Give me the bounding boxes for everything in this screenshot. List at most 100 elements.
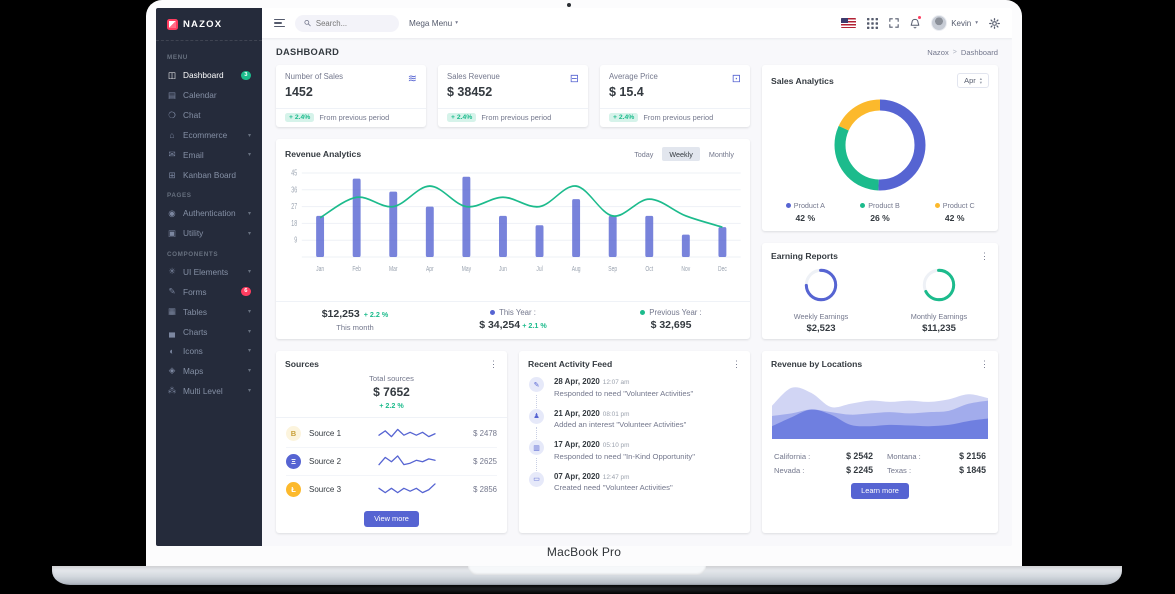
user-menu[interactable]: Kevin ▾ (931, 15, 978, 31)
email-icon: ✉ (167, 149, 177, 160)
svg-text:27: 27 (291, 203, 297, 211)
chevron-down-icon: ▾ (248, 367, 251, 374)
month-label: This month (276, 323, 434, 332)
sidebar-item-kanban-board[interactable]: ⊞Kanban Board (156, 165, 262, 185)
this-year-value: $ 34,254 (479, 319, 520, 331)
apps-grid-icon[interactable] (867, 18, 878, 29)
stat-card-top: Average Price$ 15.4⊡ (600, 65, 750, 99)
stat-card-text: Average Price$ 15.4 (609, 72, 658, 99)
view-more-button[interactable]: View more (364, 511, 419, 527)
chevron-down-icon: ▾ (248, 387, 251, 394)
stat-card-label: Average Price (609, 72, 658, 81)
user-name: Kevin (951, 19, 971, 28)
source-row-source-1[interactable]: BSource 1$ 2478 (286, 420, 497, 448)
tab-today[interactable]: Today (627, 147, 660, 161)
fullscreen-icon[interactable] (889, 18, 899, 28)
sidebar-item-tables[interactable]: ▦Tables▾ (156, 302, 262, 322)
sidebar-item-ecommerce[interactable]: ⌂Ecommerce▾ (156, 126, 262, 145)
stat-card-note: From previous period (643, 113, 713, 122)
sidebar-item-charts[interactable]: ▄Charts▾ (156, 322, 262, 341)
sidebar-item-label: Email (183, 150, 242, 160)
chevron-down-icon: ▾ (248, 230, 251, 237)
sidebar-item-utility[interactable]: ▣Utility▾ (156, 223, 262, 243)
period-select[interactable]: Apr ▴▾ (957, 73, 989, 88)
location-stat-montana: Montana :$ 2156 (887, 451, 986, 461)
sidebar-item-icons[interactable]: ◐Icons▾ (156, 341, 262, 360)
kebab-menu-icon[interactable]: ⋮ (489, 360, 498, 369)
change-badge: + 2.4% (609, 113, 638, 122)
page-head: DASHBOARD Nazox > Dashboard (276, 47, 998, 57)
kebab-menu-icon[interactable]: ⋮ (980, 360, 989, 369)
sources-rows: BSource 1$ 2478ΞSource 2$ 2625ŁSource 3$… (276, 418, 507, 503)
search-input[interactable] (316, 19, 390, 28)
sidebar: NAZOX MENU◫Dashboard3▤Calendar❍Chat⌂Ecom… (156, 8, 262, 546)
sidebar-item-chat[interactable]: ❍Chat (156, 105, 262, 125)
month-change: + 2.2 % (364, 310, 389, 319)
kebab-menu-icon[interactable]: ⋮ (980, 252, 989, 261)
activity-date: 17 Apr, 202005:10 pm (554, 440, 740, 449)
activity-date: 07 Apr, 202012:47 pm (554, 472, 740, 481)
sidebar-item-label: Calendar (183, 90, 251, 100)
breadcrumb-root[interactable]: Nazox (927, 48, 949, 57)
svg-text:9: 9 (294, 237, 297, 245)
sidebar-item-ui-elements[interactable]: ✳UI Elements▾ (156, 262, 262, 282)
source-row-source-2[interactable]: ΞSource 2$ 2625 (286, 448, 497, 476)
svg-text:36: 36 (291, 186, 297, 194)
chevron-down-icon: ▾ (248, 151, 251, 158)
language-flag-icon[interactable] (841, 18, 856, 28)
notifications-bell-icon[interactable] (910, 18, 920, 29)
svg-text:18: 18 (291, 220, 297, 228)
tab-weekly[interactable]: Weekly (662, 147, 699, 161)
stat-card-note: From previous period (481, 113, 551, 122)
activity-item: ▭07 Apr, 202012:47 pmCreated need "Volun… (529, 472, 740, 504)
kebab-menu-icon[interactable]: ⋮ (732, 360, 741, 369)
location-value: $ 1845 (959, 465, 986, 475)
sidebar-item-dashboard[interactable]: ◫Dashboard3 (156, 65, 262, 85)
sidebar-item-forms[interactable]: ✎Forms6 (156, 282, 262, 302)
sidebar-item-authentication[interactable]: ◉Authentication▾ (156, 203, 262, 223)
avatar (931, 15, 947, 31)
chevron-down-icon: ▾ (248, 268, 251, 275)
learn-more-button[interactable]: Learn more (851, 483, 909, 499)
chevron-down-icon: ▾ (248, 308, 251, 315)
sidebar-item-label: Maps (183, 366, 242, 376)
multi-level-icon: ⁂ (167, 385, 177, 396)
notification-dot (918, 16, 922, 20)
sidebar-item-calendar[interactable]: ▤Calendar (156, 85, 262, 105)
svg-text:Mar: Mar (389, 265, 398, 273)
svg-text:Feb: Feb (352, 265, 361, 273)
search-box[interactable] (295, 15, 399, 32)
settings-gear-icon[interactable] (989, 18, 1000, 29)
sources-total-change: + 2.2 % (276, 401, 507, 410)
bottom-grid: Sources ⋮ Total sources $ 7652 + 2.2 % B… (276, 351, 998, 533)
prev-year-value: $ 32,695 (651, 319, 692, 331)
source-amount: $ 2478 (463, 429, 497, 438)
chevron-down-icon: ▾ (248, 328, 251, 335)
earning-label: Monthly Earnings (880, 312, 998, 321)
source-row-source-3[interactable]: ŁSource 3$ 2856 (286, 476, 497, 503)
charts-icon: ▄ (167, 327, 177, 337)
location-value: $ 2156 (959, 451, 986, 461)
kanban-icon: ⊞ (167, 170, 177, 181)
topbar: Mega Menu ▾ (262, 8, 1012, 38)
sidebar-item-multi-level[interactable]: ⁂ Multi Level ▾ (156, 381, 262, 401)
mega-menu-button[interactable]: Mega Menu ▾ (409, 19, 458, 28)
top-grid: Number of Sales1452≋+ 2.4%From previous … (276, 65, 998, 339)
tab-monthly[interactable]: Monthly (702, 147, 741, 161)
svg-text:May: May (462, 265, 472, 273)
menu-toggle-icon[interactable] (274, 19, 285, 27)
legend-label: Product A (768, 201, 843, 210)
activity-date: 21 Apr, 202008:01 pm (554, 409, 740, 418)
sidebar-item-label: Forms (183, 287, 235, 297)
revenue-chart: 918273645JanFebMarAprMayJunJulAugSepOctN… (276, 161, 750, 301)
chat-icon: ❍ (167, 110, 177, 121)
earning-value: $2,523 (762, 323, 880, 334)
source-sparkline (359, 481, 455, 499)
svg-text:Aug: Aug (572, 265, 581, 273)
sidebar-item-label: Multi Level (183, 386, 242, 396)
sidebar-item-maps[interactable]: ◈Maps▾ (156, 360, 262, 380)
brand[interactable]: NAZOX (156, 8, 262, 41)
nav-section-label-components: COMPONENTS (156, 244, 262, 262)
sidebar-item-email[interactable]: ✉ Email ▾ (156, 145, 262, 165)
laptop-screen: NAZOX MENU◫Dashboard3▤Calendar❍Chat⌂Ecom… (146, 0, 1022, 566)
